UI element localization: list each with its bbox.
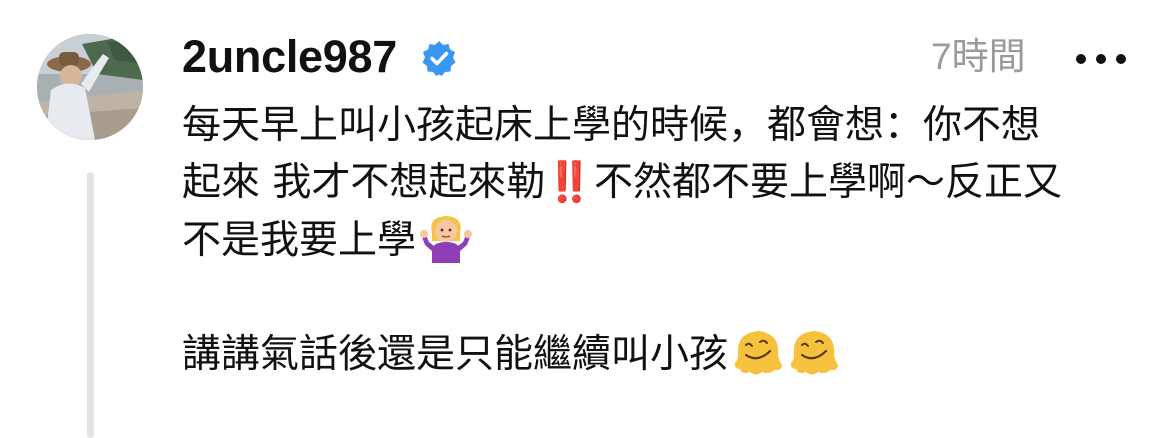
post-text-line: 每天早上叫小孩起床上學的時候，都會想：你不想 <box>182 103 1041 148</box>
person-shrugging-emoji <box>420 211 473 263</box>
melting-face-emoji <box>788 325 840 377</box>
verified-check-icon <box>421 40 457 76</box>
avatar[interactable] <box>37 34 143 140</box>
post-text-line-with-emoji: 講講氣話後還是只能繼續叫小孩 <box>182 325 1122 382</box>
more-dot-icon <box>1116 54 1126 64</box>
username-link[interactable]: 2uncle987 <box>182 32 397 82</box>
melting-face-emoji <box>732 325 784 377</box>
more-options-button[interactable] <box>1072 36 1130 78</box>
post-text-line: 起來 我才不想起來勒‼️不然都不要上學啊～反正又 <box>182 160 1062 205</box>
more-dot-icon <box>1096 54 1106 64</box>
post-body: 每天早上叫小孩起床上學的時候，都會想：你不想 起來 我才不想起來勒‼️不然都不要… <box>182 97 1122 382</box>
post-timestamp[interactable]: 7時間 <box>931 34 1026 80</box>
post-text-segment: 講講氣話後還是只能繼續叫小孩 <box>182 332 729 377</box>
post-text-segment: 不是我要上學 <box>182 218 417 263</box>
post-header: 2uncle987 7時間 <box>182 28 1130 86</box>
thread-post: 2uncle987 7時間 每天早上叫小孩起床上學的時候，都會想：你不想 起來 … <box>0 0 1170 438</box>
avatar-photo <box>37 34 143 140</box>
post-text-line-with-emoji: 不是我要上學 <box>182 211 1122 268</box>
post-text-blank-line <box>182 268 1122 325</box>
thread-connector-line <box>87 172 94 438</box>
more-dot-icon <box>1076 54 1086 64</box>
